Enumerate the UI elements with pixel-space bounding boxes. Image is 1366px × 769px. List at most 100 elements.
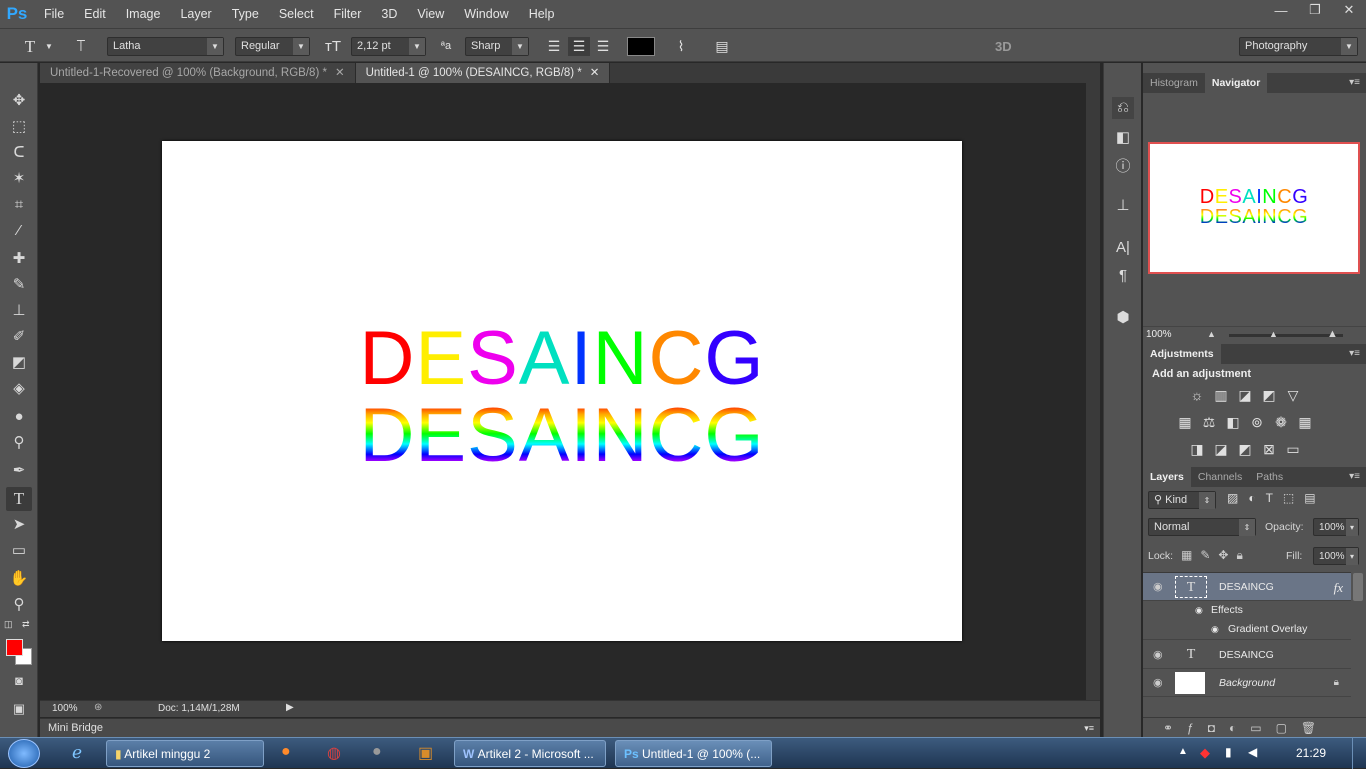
vibrance-icon[interactable]: ▽ — [1283, 386, 1303, 404]
gradient-map-icon[interactable]: ▭ — [1283, 440, 1303, 458]
levels-icon[interactable]: ▥ — [1211, 386, 1231, 404]
tray-app-icon[interactable]: ◆ — [1200, 745, 1210, 761]
character-panel-icon[interactable]: A| — [1112, 237, 1134, 259]
info-panel-icon[interactable]: ⓘ — [1112, 156, 1134, 178]
text-color-swatch[interactable] — [627, 37, 655, 56]
show-hidden-icons-icon[interactable]: ▲ — [1178, 746, 1188, 757]
firefox-icon[interactable]: ● — [281, 743, 291, 761]
zoom-slider[interactable] — [1229, 334, 1343, 337]
text-layer-gradient-overlay[interactable]: DESAINCG — [162, 396, 962, 476]
browser-icon[interactable]: ◍ — [327, 743, 341, 763]
menu-filter[interactable]: Filter — [324, 0, 372, 28]
visibility-eye-icon[interactable]: ◉ — [1153, 676, 1165, 689]
clone-source-panel-icon[interactable]: ⊥ — [1112, 195, 1134, 217]
panel-menu-icon[interactable]: ▾≡ — [1349, 344, 1360, 364]
color-lookup-icon[interactable]: ▦ — [1295, 413, 1315, 431]
history-brush-tool-icon[interactable]: ✐ — [6, 325, 32, 349]
quick-mask-icon[interactable]: ◙ — [6, 669, 32, 693]
text-orientation-icon[interactable]: ⟙ — [70, 37, 92, 56]
menu-window[interactable]: Window — [454, 0, 518, 28]
clock[interactable]: 21:29 — [1296, 746, 1326, 760]
invert-icon[interactable]: ◨ — [1187, 440, 1207, 458]
layer-kind-filter[interactable]: ⚲ Kind ⇕ — [1148, 491, 1216, 509]
color-balance-icon[interactable]: ⚖ — [1199, 413, 1219, 431]
hue-saturation-icon[interactable]: ▦ — [1175, 413, 1195, 431]
layer-filter-icons[interactable]: ▨◐T⬚▤ — [1227, 491, 1326, 505]
healing-brush-tool-icon[interactable]: ✚ — [6, 247, 32, 271]
align-left-icon[interactable]: ☰ — [544, 37, 564, 56]
font-size-select[interactable]: 2,12 pt ▼ — [351, 37, 426, 56]
tab-untitled-1[interactable]: Untitled-1 @ 100% (DESAINCG, RGB/8) * ✕ — [355, 63, 611, 83]
status-menu-arrow-icon[interactable]: ▶ — [286, 702, 294, 713]
start-button[interactable] — [8, 739, 40, 768]
blend-mode-select[interactable]: Normal ⇕ — [1148, 518, 1256, 536]
navigator-zoom-value[interactable]: 100% — [1146, 329, 1172, 340]
pen-tool-icon[interactable]: ✒ — [6, 459, 32, 483]
lock-icons[interactable]: ▦✎✥🔒︎ — [1181, 548, 1251, 563]
layer-row-desaincg-fx[interactable]: ◉ T DESAINCG fx — [1143, 573, 1351, 601]
posterize-icon[interactable]: ◪ — [1211, 440, 1231, 458]
taskbar-word-window[interactable]: W Artikel 2 - Microsoft ... — [454, 740, 606, 767]
blur-tool-icon[interactable]: ● — [6, 405, 32, 429]
default-colors-icon[interactable]: ◫ — [4, 619, 14, 629]
internet-explorer-icon[interactable]: ℯ — [72, 743, 82, 763]
volume-icon[interactable]: ◀ — [1248, 745, 1257, 759]
panel-menu-icon[interactable]: ▾≡ — [1084, 719, 1094, 738]
path-selection-tool-icon[interactable]: ➤ — [6, 513, 32, 537]
gradient-overlay-row[interactable]: ◉ Gradient Overlay — [1143, 620, 1351, 640]
panel-menu-icon[interactable]: ▾≡ — [1349, 467, 1360, 487]
close-icon[interactable]: ✕ — [335, 67, 345, 79]
menu-type[interactable]: Type — [222, 0, 269, 28]
gradient-overlay-eye-icon[interactable]: ◉ — [1211, 624, 1219, 635]
show-desktop-button[interactable] — [1352, 738, 1366, 769]
navigator-preview[interactable]: DESAINCG DESAINCG — [1148, 142, 1360, 274]
taskbar-explorer-window[interactable]: ▮ Artikel minggu 2 — [106, 740, 264, 767]
minimize-button[interactable]: — — [1264, 0, 1298, 20]
lasso-tool-icon[interactable]: ᑕ — [6, 141, 32, 165]
clone-stamp-tool-icon[interactable]: ⊥ — [6, 299, 32, 323]
type-tool-preset-icon[interactable]: T — [20, 37, 40, 56]
tab-navigator[interactable]: Navigator — [1204, 73, 1268, 93]
tab-paths[interactable]: Paths — [1249, 467, 1290, 487]
zoom-tool-icon[interactable]: ⚲ — [6, 593, 32, 617]
zoom-level[interactable]: 100% — [52, 703, 78, 714]
marquee-tool-icon[interactable]: ⬚ — [6, 115, 32, 139]
brightness-contrast-icon[interactable]: ☼ — [1187, 386, 1207, 404]
align-right-icon[interactable]: ☰ — [593, 37, 613, 56]
eraser-tool-icon[interactable]: ◩ — [6, 351, 32, 375]
menu-image[interactable]: Image — [116, 0, 171, 28]
threshold-icon[interactable]: ◩ — [1235, 440, 1255, 458]
archive-icon[interactable]: ▣ — [418, 743, 433, 763]
3d-cube-icon[interactable]: ⬢ — [1112, 307, 1134, 329]
menu-help[interactable]: Help — [519, 0, 565, 28]
layers-scrollbar[interactable] — [1353, 573, 1363, 601]
foreground-color-swatch[interactable] — [6, 639, 23, 656]
curves-icon[interactable]: ◪ — [1235, 386, 1255, 404]
tab-adjustments[interactable]: Adjustments — [1143, 344, 1221, 364]
antialias-select[interactable]: Sharp ▼ — [465, 37, 529, 56]
layer-row-desaincg[interactable]: ◉ T DESAINCG — [1143, 641, 1351, 669]
channel-mixer-icon[interactable]: ❁ — [1271, 413, 1291, 431]
zoom-in-icon[interactable]: ▲ — [1327, 328, 1338, 340]
paragraph-panel-icon[interactable]: ¶ — [1112, 265, 1134, 287]
3d-mode-label[interactable]: 3D — [995, 37, 1019, 56]
tab-channels[interactable]: Channels — [1191, 467, 1249, 487]
hand-tool-icon[interactable]: ✋ — [6, 567, 32, 591]
align-center-icon[interactable]: ☰ — [568, 37, 590, 56]
panel-menu-icon[interactable]: ▾≡ — [1349, 73, 1360, 93]
zoom-out-icon[interactable]: ▲ — [1207, 329, 1216, 339]
rectangle-tool-icon[interactable]: ▭ — [6, 539, 32, 563]
eyedropper-tool-icon[interactable]: ⁄ — [6, 219, 32, 243]
workspace-select[interactable]: Photography ▼ — [1239, 37, 1358, 56]
status-info-icon[interactable]: ⊛ — [94, 702, 102, 713]
layer-effects-row[interactable]: ◉ Effects — [1143, 601, 1351, 621]
fill-field[interactable]: 100% ▾ — [1313, 547, 1359, 565]
layer-name[interactable]: Background — [1219, 669, 1275, 697]
fx-icon[interactable]: fx — [1334, 580, 1343, 596]
font-style-select[interactable]: Regular ▼ — [235, 37, 310, 56]
visibility-eye-icon[interactable]: ◉ — [1153, 580, 1165, 593]
mini-bridge-panel[interactable]: Mini Bridge ▾≡ — [40, 718, 1100, 737]
photo-filter-icon[interactable]: ⊚ — [1247, 413, 1267, 431]
text-layer-solid-colors[interactable]: DESAINCG — [162, 319, 962, 399]
close-icon[interactable]: ✕ — [590, 67, 600, 79]
